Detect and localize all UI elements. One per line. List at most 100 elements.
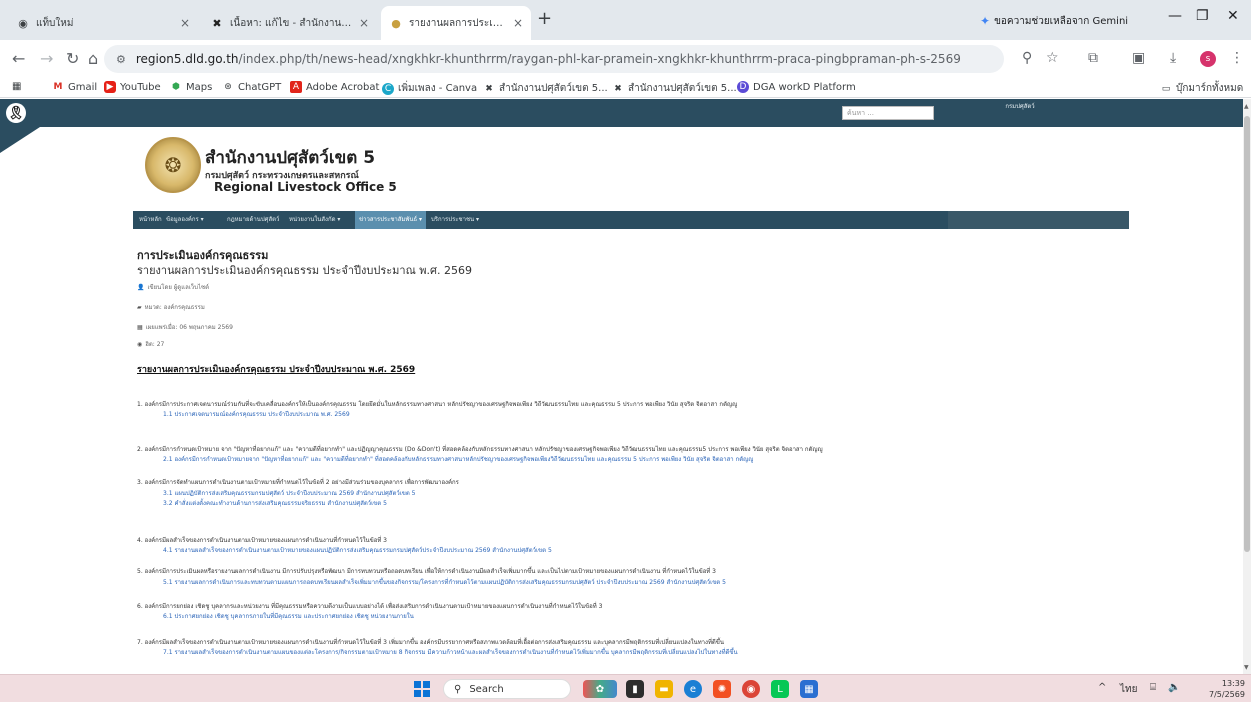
extensions-icon[interactable]: ⧉	[1088, 50, 1098, 66]
back-icon[interactable]: ←	[12, 49, 25, 68]
windows-start-icon[interactable]	[414, 681, 430, 697]
store-icon[interactable]: ✺	[713, 680, 731, 698]
network-icon[interactable]: ⌸	[1150, 682, 1156, 693]
close-icon[interactable]: ×	[359, 16, 369, 30]
bookmark-youtube[interactable]: ▶ YouTube	[104, 81, 161, 93]
site-info-icon[interactable]: ⚙	[116, 53, 126, 66]
taskbar-search[interactable]: ⚲ Search	[443, 679, 571, 699]
calendar-icon: ▦	[137, 324, 143, 331]
criterion-4: 4. องค์กรมีผลสำเร็จของการดำเนินงานตามเป้…	[137, 537, 388, 544]
file-explorer-icon[interactable]: ▬	[655, 680, 673, 698]
taskbar-clock[interactable]: 13:39 7/5/2569	[1209, 678, 1245, 700]
menu-icon[interactable]: ⋮	[1230, 50, 1244, 66]
criterion-3: 3. องค์กรมีการจัดทำแผนการดำเนินงานตามเป้…	[137, 479, 459, 486]
criterion-5-1-link[interactable]: 5.1 รายงานผลการดำเนินการและทบทวนตามแผนกา…	[163, 577, 726, 587]
bookmark-dld-2[interactable]: ✖ สำนักงานปศุสัตว์เขต 5...	[612, 81, 736, 96]
new-tab-button[interactable]: +	[537, 8, 552, 29]
nav-about[interactable]: ข้อมูลองค์กร ▾	[166, 211, 204, 229]
nav-news[interactable]: ข่าวสารประชาสัมพันธ์ ▾	[355, 211, 427, 229]
bookmark-dga[interactable]: D DGA workD Platform	[737, 81, 856, 93]
criterion-1: 1. องค์กรมีการประกาศเจตนารมณ์ร่วมกันที่จ…	[137, 401, 738, 408]
youtube-icon: ▶	[104, 81, 116, 93]
meta-category[interactable]: ▰ หมวด: องค์กรคุณธรรม	[137, 302, 205, 312]
close-icon[interactable]: ×	[513, 16, 523, 30]
minimize-icon[interactable]: —	[1168, 8, 1182, 24]
edge-icon[interactable]: e	[684, 680, 702, 698]
criterion-2-1-link[interactable]: 2.1 องค์กรมีการกำหนดเป้าหมายจาก "ปัญหาที…	[163, 454, 753, 464]
dept-link[interactable]: กรมปศุสัตว์	[990, 102, 1050, 112]
criterion-6-1-link[interactable]: 6.1 ประกาศยกย่อง เชิดชู บุคลากรภายในที่ม…	[163, 611, 414, 621]
windows-taskbar: ⚲ Search ✿ ▮ ▬ e ✺ ◉ L ▦ ^ ไทย ⌸ 🔈 13:39 7…	[0, 674, 1251, 702]
criterion-4-1-link[interactable]: 4.1 รายงานผลสำเร็จของการดำเนินงานตามเป้า…	[163, 545, 552, 555]
nav-services[interactable]: บริการประชาชน ▾	[431, 211, 479, 229]
nav-law[interactable]: กฎหมายด้านปศุสัตว์	[227, 211, 279, 229]
criterion-1-1-link[interactable]: 1.1 ประกาศเจตนารมณ์องค์กรคุณธรรม ประจำปี…	[163, 409, 350, 419]
eye-icon: ◉	[137, 341, 143, 348]
scroll-down-icon[interactable]: ▼	[1244, 664, 1249, 671]
gemini-button[interactable]: ✦ ขอความช่วยเหลือจาก Gemini	[980, 10, 1128, 32]
criterion-7: 7. องค์กรมีผลสำเร็จของการดำเนินงานตามเป้…	[137, 639, 724, 646]
bookmark-dld-1[interactable]: ✖ สำนักงานปศุสัตว์เขต 5...	[483, 81, 607, 96]
volume-icon[interactable]: 🔈	[1168, 682, 1180, 693]
dga-icon: D	[737, 81, 749, 93]
forward-icon[interactable]: →	[40, 49, 53, 68]
bookmark-star-icon[interactable]: ☆	[1046, 50, 1059, 66]
widgets-icon[interactable]: ✿	[583, 680, 617, 698]
zoom-icon[interactable]: ⚲	[1022, 50, 1032, 66]
nav-units[interactable]: หน่วยงานในสังกัด ▾	[289, 211, 340, 229]
apps-icon[interactable]: ▦	[12, 81, 21, 92]
site-nav: หน้าหลัก ข้อมูลองค์กร ▾ กฎหมายด้านปศุสัต…	[133, 211, 948, 229]
chrome-taskbar-icon[interactable]: ◉	[742, 680, 760, 698]
address-bar[interactable]: ⚙ region5.dld.go.th/index.php/th/news-he…	[104, 45, 1004, 73]
bookmark-gmail[interactable]: M Gmail	[52, 81, 98, 93]
language-indicator[interactable]: ไทย	[1120, 682, 1137, 697]
line-icon[interactable]: L	[771, 680, 789, 698]
site-search-input[interactable]: ค้นหา ...	[842, 106, 934, 120]
site-top-bar: 🎗 ค้นหา ... กรมปศุสัตว์	[0, 99, 1243, 127]
bookmark-maps[interactable]: ⬢ Maps	[170, 81, 212, 93]
meta-published: ▦ เผยแพร่เมื่อ: 06 พฤษภาคม 2569	[137, 324, 233, 331]
bookmark-acrobat[interactable]: A Adobe Acrobat	[290, 81, 379, 93]
tab-report[interactable]: ● รายงานผลการประเมินองค์กรคุณธรรม ×	[381, 6, 531, 40]
tab-new-tab[interactable]: ◉ แท็บใหม่ ×	[8, 6, 198, 40]
restore-icon[interactable]: ❐	[1196, 8, 1209, 24]
browser-toolbar: ← → ↻ ⌂ ⚙ region5.dld.go.th/index.php/th…	[0, 40, 1251, 78]
scroll-up-icon[interactable]: ▲	[1244, 103, 1249, 110]
bookmark-canva[interactable]: C เพิ่มเพลง - Canva	[382, 81, 477, 96]
nav-home[interactable]: หน้าหลัก	[139, 211, 162, 229]
folder-icon: ▰	[137, 304, 142, 311]
gemini-spark-icon: ✦	[980, 14, 991, 28]
gmail-icon: M	[53, 82, 63, 92]
dld-logo-icon: ✖	[212, 16, 222, 30]
folder-icon: ▭	[1161, 83, 1171, 94]
close-icon[interactable]: ×	[180, 16, 190, 30]
acrobat-icon: A	[290, 81, 302, 93]
meta-author: 👤 เขียนโดย ผู้ดูแลเว็บไซต์	[137, 284, 209, 291]
site-favicon-icon: ●	[391, 16, 401, 30]
criterion-3-1-link[interactable]: 3.1 แผนปฏิบัติการส่งเสริมคุณธรรมกรมปศุสั…	[163, 488, 416, 498]
scrollbar-thumb[interactable]	[1244, 116, 1250, 552]
reload-icon[interactable]: ↻	[66, 49, 79, 68]
search-icon: ⚲	[454, 683, 462, 695]
task-view-icon[interactable]: ▮	[626, 680, 644, 698]
app-icon[interactable]: ▦	[800, 680, 818, 698]
side-panel-icon[interactable]: ▣	[1132, 50, 1145, 66]
meta-hits: ◉ ฮิต: 27	[137, 341, 165, 348]
tray-chevron-icon[interactable]: ^	[1098, 682, 1106, 693]
corner-decoration	[0, 127, 40, 153]
mourning-ribbon-icon: 🎗	[6, 103, 26, 123]
site-title: สำนักงานปศุสัตว์เขต 5	[205, 148, 376, 168]
home-icon[interactable]: ⌂	[88, 49, 98, 68]
criterion-7-1-link[interactable]: 7.1 รายงานผลสำเร็จของการดำเนินงานตามแผนข…	[163, 647, 738, 657]
download-icon[interactable]: ⤓	[1170, 50, 1176, 66]
criterion-3-2-link[interactable]: 3.2 คำสั่งแต่งตั้งคณะทำงานด้านการส่งเสริ…	[163, 498, 387, 508]
bookmark-chatgpt[interactable]: ⊛ ChatGPT	[222, 81, 281, 93]
tab-edit-content[interactable]: ✖ เนื้อหา: แก้ไข - สำนักงานปศุสัตว์เขต ×	[202, 6, 377, 40]
all-bookmarks[interactable]: ▭ บุ๊กมาร์กทั้งหมด	[1160, 81, 1243, 96]
profile-avatar[interactable]: s	[1200, 51, 1216, 67]
user-icon: 👤	[137, 284, 145, 291]
dld-seal-logo[interactable]: ❂	[145, 137, 201, 193]
maps-icon: ⬢	[172, 82, 180, 92]
close-window-icon[interactable]: ✕	[1227, 8, 1239, 24]
site-nav-extension	[948, 211, 1129, 229]
